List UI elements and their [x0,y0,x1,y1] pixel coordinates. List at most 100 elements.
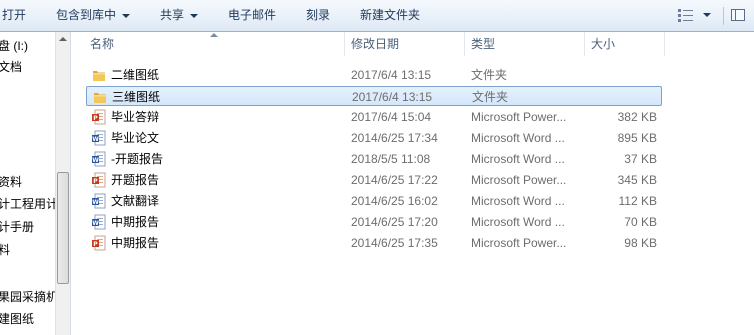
powerpoint-icon: P [92,235,106,251]
view-options-chevron-icon[interactable] [703,13,711,17]
svg-text:P: P [93,178,98,185]
file-name: 开题报告 [111,173,160,187]
command-bar: 打开 包含到库中 共享 电子邮件 刻录 新建文件夹 [0,0,754,32]
column-size-label: 大小 [591,37,616,51]
column-header-date[interactable]: 修改日期 [345,32,465,56]
file-date: 2018/5/5 11:08 [351,152,431,166]
file-type: Microsoft Power... [471,236,567,250]
file-row[interactable]: 二维图纸 2017/6/4 13:15 文件夹 [86,65,662,85]
file-row[interactable]: 三维图纸 2017/6/4 13:15 文件夹 [86,86,662,106]
file-type: Microsoft Word ... [471,194,565,208]
navigation-pane: 盘 (I:) 文档 资料 计工程用计 计手册 料 果园采摘机 建图纸 [0,32,55,335]
file-date: 2014/6/25 17:35 [351,236,438,250]
file-date: 2014/6/25 17:22 [351,173,438,187]
open-button[interactable]: 打开 [2,0,26,31]
folder-icon [93,71,105,81]
chevron-down-icon [190,13,199,18]
new-folder-label: 新建文件夹 [360,8,421,22]
file-row[interactable]: W 文献翻译 2014/6/25 16:02 Microsoft Word ... 11… [86,191,662,211]
email-label: 电子邮件 [228,8,277,22]
file-size: 112 KB [618,194,657,208]
burn-label: 刻录 [306,8,331,22]
nav-item-documents[interactable]: 文档 [0,59,22,75]
folder-icon [94,93,106,103]
sort-ascending-icon [210,33,218,37]
file-type: 文件夹 [472,90,509,104]
file-date: 2014/6/25 17:34 [351,131,438,145]
file-size: 98 KB [624,236,657,250]
file-size [592,87,658,107]
file-type: Microsoft Word ... [471,215,565,229]
file-date: 2014/6/25 17:20 [351,215,438,229]
nav-item-drawings[interactable]: 建图纸 [0,311,34,327]
file-size: 70 KB [624,215,657,229]
file-row[interactable]: P 毕业答辩 2017/6/4 15:04 Microsoft Power... 382… [86,107,662,127]
nav-item-engineering[interactable]: 计工程用计 [0,196,55,212]
email-button[interactable]: 电子邮件 [228,0,276,31]
word-icon: W [92,151,106,167]
file-type: 文件夹 [471,68,508,82]
svg-text:W: W [92,220,99,227]
file-size: 345 KB [617,173,657,187]
include-library-label: 包含到库中 [56,8,117,22]
new-folder-button[interactable]: 新建文件夹 [360,0,420,31]
pane-divider[interactable] [70,32,71,335]
nav-item-orchard-picker[interactable]: 果园采摘机 [0,289,55,305]
powerpoint-icon: P [92,109,106,125]
file-row[interactable]: W -开题报告 2018/5/5 11:08 Microsoft Word ... 37… [86,149,662,169]
svg-text:W: W [92,157,99,164]
file-name: -开题报告 [111,152,163,166]
word-icon: W [92,130,106,146]
file-row[interactable]: P 中期报告 2014/6/25 17:35 Microsoft Power... 98… [86,233,662,253]
column-header-size[interactable]: 大小 [585,32,665,56]
file-size [591,65,657,85]
file-name: 二维图纸 [111,68,160,82]
nav-item-handbook[interactable]: 计手册 [0,219,34,235]
word-icon: W [92,214,106,230]
file-size: 37 KB [624,152,657,166]
file-date: 2017/6/4 13:15 [351,68,432,82]
nav-scrollbar[interactable] [55,32,70,335]
file-type: Microsoft Word ... [471,131,565,145]
share-button[interactable]: 共享 [160,0,199,31]
file-name: 中期报告 [111,236,160,250]
file-size: 382 KB [617,110,657,124]
file-name: 三维图纸 [112,90,161,104]
view-options-icon[interactable] [678,9,694,22]
nav-item-drive-i[interactable]: 盘 (I:) [0,38,28,54]
include-library-button[interactable]: 包含到库中 [56,0,131,31]
nav-item-data[interactable]: 料 [0,242,10,258]
file-size: 895 KB [617,131,657,145]
file-date: 2017/6/4 13:15 [352,90,433,104]
file-row[interactable]: P 开题报告 2014/6/25 17:22 Microsoft Power... 34… [86,170,662,190]
scroll-up-icon[interactable] [59,37,67,41]
file-type: Microsoft Word ... [471,152,565,166]
column-type-label: 类型 [471,37,496,51]
file-name: 毕业答辩 [111,110,160,124]
open-label: 打开 [2,8,27,22]
file-name: 毕业论文 [111,131,160,145]
file-type: Microsoft Power... [471,110,567,124]
file-date: 2017/6/4 15:04 [351,110,432,124]
svg-text:P: P [93,241,98,248]
file-date: 2014/6/25 16:02 [351,194,438,208]
toolbar-divider [723,7,724,25]
svg-text:W: W [92,199,99,206]
file-row[interactable]: W 毕业论文 2014/6/25 17:34 Microsoft Word ... 89… [86,128,662,148]
burn-button[interactable]: 刻录 [306,0,330,31]
svg-text:W: W [92,136,99,143]
file-name: 中期报告 [111,215,160,229]
column-date-label: 修改日期 [351,37,400,51]
scrollbar-thumb[interactable] [57,172,69,284]
powerpoint-icon: P [92,172,106,188]
share-label: 共享 [160,8,185,22]
file-name: 文献翻译 [111,194,160,208]
preview-pane-icon[interactable] [731,9,745,21]
column-header-type[interactable]: 类型 [465,32,585,56]
file-row[interactable]: W 中期报告 2014/6/25 17:20 Microsoft Word ... 70… [86,212,662,232]
chevron-down-icon [122,13,131,18]
file-type: Microsoft Power... [471,173,567,187]
svg-text:P: P [93,115,98,122]
word-icon: W [92,193,106,209]
nav-item-materials[interactable]: 资料 [0,174,22,190]
